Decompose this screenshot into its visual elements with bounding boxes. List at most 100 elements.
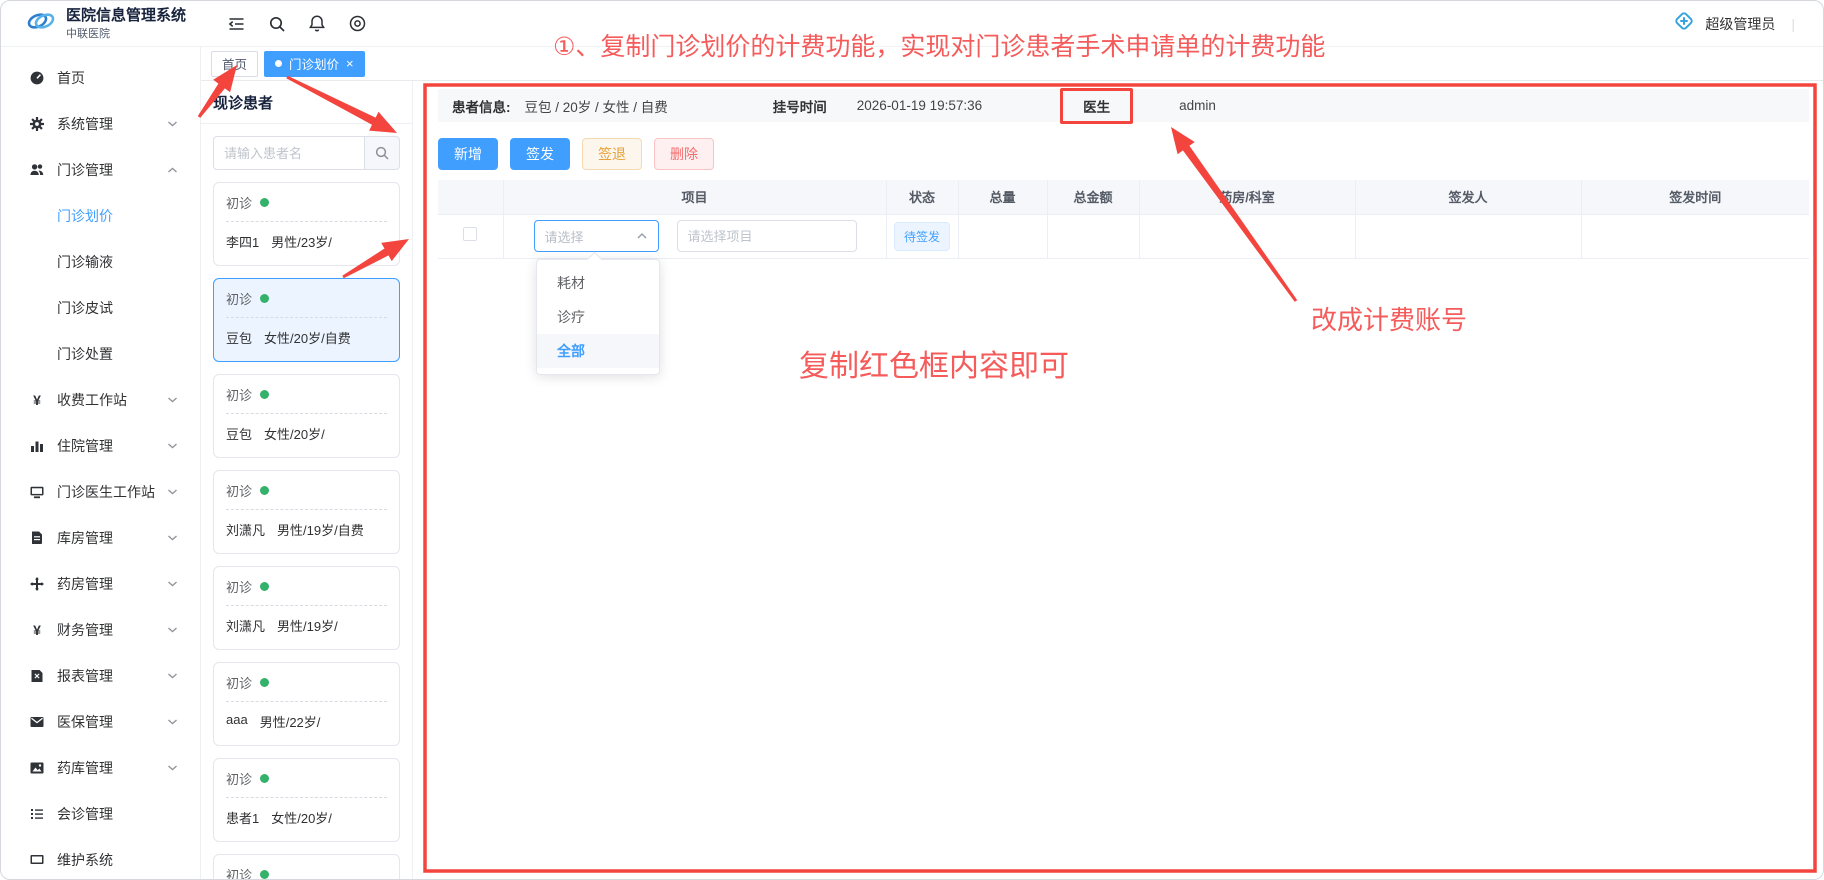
collapse-menu-icon[interactable] xyxy=(227,15,246,33)
status-dot-icon xyxy=(260,198,269,207)
tab-home[interactable]: 首页 xyxy=(211,51,258,77)
chevron-down-icon xyxy=(167,442,178,450)
issue-button[interactable]: 签发 xyxy=(510,138,570,170)
sidebar-item-outpatient-infusion[interactable]: 门诊输液 xyxy=(1,239,200,285)
sidebar-item-finance-mgmt[interactable]: ¥ 财务管理 xyxy=(1,607,200,653)
col-issuer: 签发人 xyxy=(1355,180,1581,214)
app-window: 医院信息管理系统 中联医院 xyxy=(0,0,1824,880)
dropdown-option-all[interactable]: 全部 xyxy=(537,334,659,368)
project-type-select[interactable]: 请选择 xyxy=(534,220,659,252)
document-icon xyxy=(27,530,47,546)
doctor-value: admin xyxy=(1179,98,1216,113)
sidebar-item-report-mgmt[interactable]: 报表管理 xyxy=(1,653,200,699)
app-logo-icon xyxy=(25,5,57,42)
sidebar-item-outpatient-doctor-station[interactable]: 门诊医生工作站 xyxy=(1,469,200,515)
sidebar: 首页 系统管理 门诊管理 门诊划价 门诊输液 xyxy=(1,47,201,880)
project-search-input[interactable] xyxy=(677,220,857,252)
search-icon[interactable] xyxy=(268,15,286,33)
chevron-down-icon xyxy=(167,626,178,634)
patient-card[interactable]: 初诊 刘潇凡男性/19岁/自费 xyxy=(213,470,400,554)
status-badge: 待签发 xyxy=(894,222,950,251)
tab-bar: 首页 门诊划价 × xyxy=(201,47,1823,81)
sidebar-item-home[interactable]: 首页 xyxy=(1,55,200,101)
sidebar-item-warehouse-mgmt[interactable]: 库房管理 xyxy=(1,515,200,561)
col-checkbox xyxy=(438,180,503,214)
checkout-button[interactable]: 签退 xyxy=(582,138,642,170)
patient-card[interactable]: 初诊 aaa男性/22岁/ xyxy=(213,662,400,746)
sidebar-item-outpatient-disposal[interactable]: 门诊处置 xyxy=(1,331,200,377)
patient-info-label: 患者信息: xyxy=(452,96,511,116)
patient-card[interactable]: 初诊 xyxy=(213,854,400,880)
status-dot-icon xyxy=(260,390,269,399)
app-subtitle: 中联医院 xyxy=(66,25,186,41)
patient-card[interactable]: 初诊 李四1男性/23岁/ xyxy=(213,182,400,266)
chevron-up-icon xyxy=(167,166,178,174)
chevron-down-icon xyxy=(167,534,178,542)
table-row: 请选择 待签发 xyxy=(438,214,1809,258)
sidebar-item-maintenance-system[interactable]: 维护系统 xyxy=(1,837,200,880)
patient-card[interactable]: 初诊 豆包女性/20岁/ xyxy=(213,374,400,458)
yen-icon: ¥ xyxy=(27,622,47,638)
sidebar-item-inpatient-mgmt[interactable]: 住院管理 xyxy=(1,423,200,469)
row-checkbox[interactable] xyxy=(463,227,477,241)
app-header: 医院信息管理系统 中联医院 xyxy=(1,1,1823,47)
sidebar-item-consultation-mgmt[interactable]: 会诊管理 xyxy=(1,791,200,837)
chevron-down-icon xyxy=(167,580,178,588)
sidebar-item-insurance-mgmt[interactable]: 医保管理 xyxy=(1,699,200,745)
user-role-label: 超级管理员 xyxy=(1705,14,1775,34)
medical-cross-icon xyxy=(1673,10,1695,37)
table-header-row: 项目 状态 总量 总金额 药房/科室 签发人 签发时间 xyxy=(438,180,1809,214)
active-tab-dot xyxy=(275,60,282,67)
patient-card-selected[interactable]: 初诊 豆包女性/20岁/自费 xyxy=(213,278,400,362)
col-status: 状态 xyxy=(886,180,958,214)
dropdown-option-consumables[interactable]: 耗材 xyxy=(537,266,659,300)
patient-list: 初诊 李四1男性/23岁/ 初诊 豆包女性/20岁/自费 初诊 豆包女性/20岁… xyxy=(201,182,412,880)
user-area[interactable]: 超级管理员 | xyxy=(1673,10,1823,37)
status-dot-icon xyxy=(260,582,269,591)
wrench-icon xyxy=(27,852,47,868)
help-icon[interactable] xyxy=(348,14,367,33)
status-dot-icon xyxy=(260,678,269,687)
chevron-down-icon xyxy=(167,396,178,404)
status-dot-icon xyxy=(260,870,269,879)
chevron-down-icon xyxy=(167,672,178,680)
col-pharmacy-dept: 药房/科室 xyxy=(1139,180,1355,214)
patient-card[interactable]: 初诊 患者1女性/20岁/ xyxy=(213,758,400,842)
tab-outpatient-pricing[interactable]: 门诊划价 × xyxy=(264,51,365,77)
patient-panel: 现诊患者 初诊 李四1男性/23岁/ xyxy=(201,81,413,880)
chevron-down-icon xyxy=(167,488,178,496)
sidebar-item-outpatient-skin-test[interactable]: 门诊皮试 xyxy=(1,285,200,331)
col-total-amount: 总金额 xyxy=(1047,180,1139,214)
bell-icon[interactable] xyxy=(308,14,326,33)
delete-button[interactable]: 删除 xyxy=(654,138,714,170)
items-table: 项目 状态 总量 总金额 药房/科室 签发人 签发时间 xyxy=(438,180,1809,259)
main-content: 患者信息: 豆包 / 20岁 / 女性 / 自费 挂号时间 2026-01-19… xyxy=(413,81,1823,880)
monitor-icon xyxy=(27,484,47,500)
sidebar-item-system-mgmt[interactable]: 系统管理 xyxy=(1,101,200,147)
sidebar-item-pharmacy-mgmt[interactable]: 药房管理 xyxy=(1,561,200,607)
sidebar-item-outpatient-mgmt[interactable]: 门诊管理 xyxy=(1,147,200,193)
sidebar-item-charging-station[interactable]: ¥ 收费工作站 xyxy=(1,377,200,423)
move-cross-icon xyxy=(27,576,47,592)
panel-title: 现诊患者 xyxy=(201,81,412,124)
search-icon[interactable] xyxy=(364,136,400,170)
status-dot-icon xyxy=(260,294,269,303)
app-title: 医院信息管理系统 xyxy=(66,7,186,24)
add-button[interactable]: 新增 xyxy=(438,138,498,170)
close-icon[interactable]: × xyxy=(346,57,354,70)
header-actions xyxy=(227,14,367,33)
sidebar-item-outpatient-pricing[interactable]: 门诊划价 xyxy=(1,193,200,239)
header-divider: | xyxy=(1791,16,1795,32)
col-project: 项目 xyxy=(503,180,886,214)
patient-card[interactable]: 初诊 刘潇凡男性/19岁/ xyxy=(213,566,400,650)
sidebar-item-drug-store-mgmt[interactable]: 药库管理 xyxy=(1,745,200,791)
dropdown-option-treatment[interactable]: 诊疗 xyxy=(537,300,659,334)
register-time-label: 挂号时间 xyxy=(773,96,827,116)
chevron-down-icon xyxy=(167,764,178,772)
patient-search-input[interactable] xyxy=(213,136,364,170)
bar-chart-icon xyxy=(27,438,47,454)
project-type-dropdown: 耗材 诊疗 全部 xyxy=(536,259,660,375)
col-issue-time: 签发时间 xyxy=(1581,180,1809,214)
patient-search xyxy=(213,136,400,170)
chevron-down-icon xyxy=(167,718,178,726)
